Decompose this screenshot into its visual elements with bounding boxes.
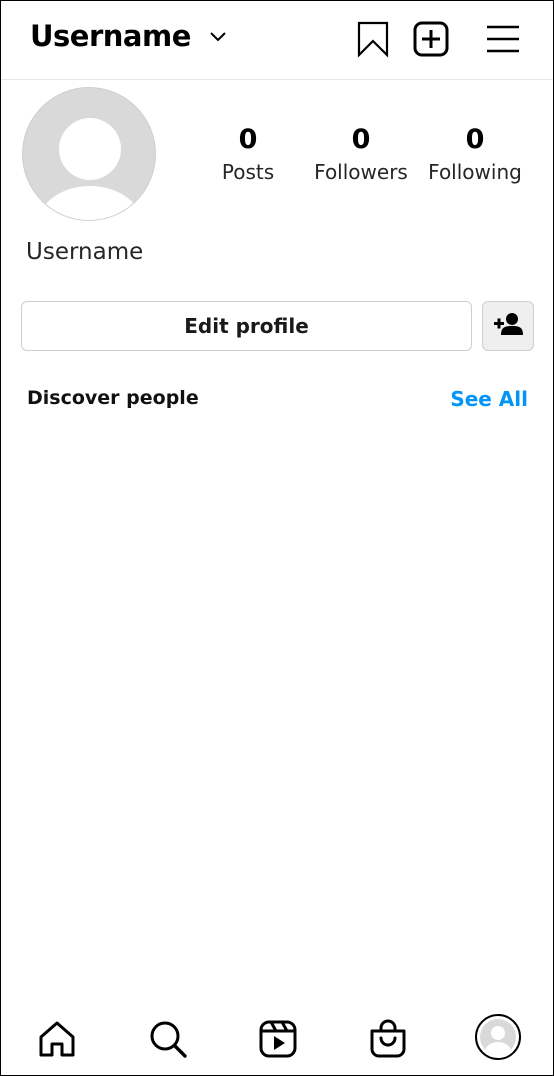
stat-label: Posts [221, 160, 275, 184]
avatar-placeholder [480, 1019, 516, 1055]
discover-people-heading: Discover people [27, 387, 199, 409]
chevron-down-icon [209, 27, 227, 45]
home-icon[interactable] [35, 1017, 79, 1061]
shop-icon[interactable] [366, 1017, 410, 1061]
avatar-body-shape [37, 186, 143, 220]
account-switcher[interactable]: Username [30, 19, 227, 53]
see-all-link[interactable]: See All [450, 387, 528, 411]
stat-label: Following [428, 160, 522, 184]
stat-value: 0 [351, 124, 371, 155]
stat-value: 0 [465, 124, 485, 155]
bookmark-icon[interactable] [353, 19, 393, 59]
reels-icon[interactable] [256, 1017, 300, 1061]
header-username: Username [30, 19, 191, 53]
profile-screen: Username 0 Posts 0 Followers 0 Following… [0, 0, 554, 1076]
search-icon[interactable] [146, 1017, 190, 1061]
edit-profile-button[interactable]: Edit profile [21, 301, 472, 351]
profile-tab-avatar[interactable] [475, 1014, 521, 1060]
top-bar: Username [1, 1, 553, 80]
bottom-nav [1, 1005, 553, 1075]
stat-value: 0 [238, 124, 258, 155]
avatar-head-shape [59, 118, 121, 180]
stat-label: Followers [314, 160, 408, 184]
discover-people-button[interactable] [482, 301, 534, 351]
stat-followers[interactable]: 0 Followers [310, 121, 412, 185]
add-person-icon [493, 312, 523, 341]
new-post-icon[interactable] [411, 19, 451, 59]
menu-icon[interactable] [483, 19, 523, 59]
stat-posts[interactable]: 0 Posts [208, 121, 288, 185]
display-name: Username [26, 239, 144, 265]
stat-following[interactable]: 0 Following [423, 121, 527, 185]
profile-avatar[interactable] [22, 87, 156, 221]
